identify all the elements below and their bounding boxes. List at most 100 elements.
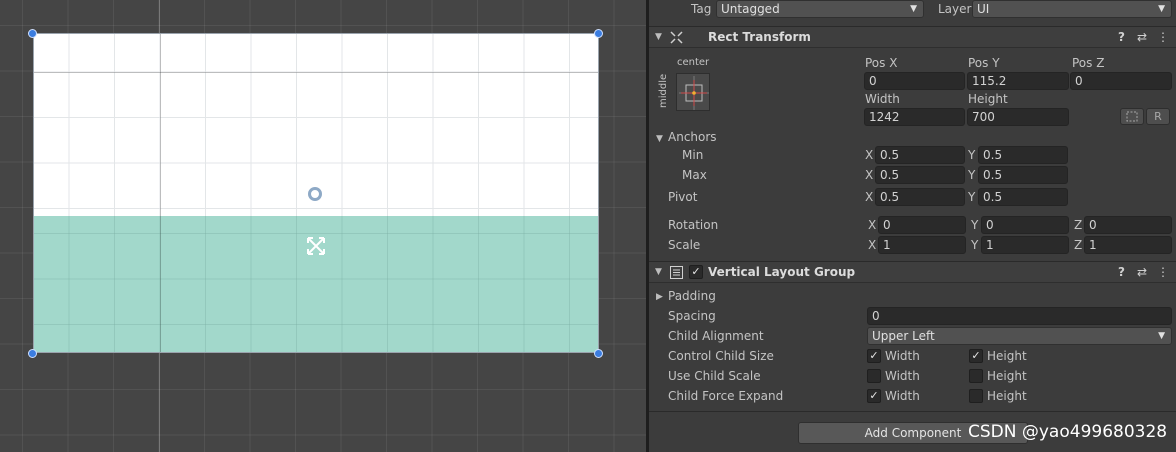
pos-x-field[interactable]: 0 — [864, 72, 965, 90]
pos-y-label: Pos Y — [968, 56, 1000, 70]
axis-z-label: Z — [1074, 238, 1083, 252]
rect-handle-top-left[interactable] — [28, 29, 37, 38]
anchor-preset-v-label: middle — [658, 73, 669, 108]
check-icon: ✓ — [971, 349, 981, 362]
child-alignment-value: Upper Left — [872, 329, 935, 343]
scale-label: Scale — [668, 238, 701, 252]
layer-dropdown[interactable]: UI ▼ — [972, 0, 1172, 18]
rect-transform-icon — [670, 31, 683, 44]
rotation-y-field[interactable]: 0 — [981, 216, 1069, 234]
control-width-checkbox[interactable]: ✓ — [867, 349, 881, 363]
pivot-y-field[interactable]: 0.5 — [978, 188, 1068, 206]
pivot-x-field[interactable]: 0.5 — [875, 188, 965, 206]
presets-icon[interactable]: ⇄ — [1137, 30, 1147, 44]
canvas-guide-vertical — [160, 34, 161, 352]
rect-handle-top-right[interactable] — [594, 29, 603, 38]
scale-x-field[interactable]: 1 — [878, 236, 966, 254]
width-field[interactable]: 1242 — [864, 108, 965, 126]
pos-x-label: Pos X — [865, 56, 898, 70]
child-alignment-dropdown[interactable]: Upper Left ▼ — [867, 327, 1172, 345]
anchor-preset-h-label: center — [677, 57, 710, 68]
axis-y-label: Y — [971, 238, 979, 252]
anchor-preset-button[interactable] — [676, 73, 710, 111]
watermark-text: CSDN @yao499680328 — [968, 422, 1168, 442]
axis-y-label: Y — [968, 148, 976, 162]
control-height-checkbox[interactable]: ✓ — [969, 349, 983, 363]
rect-transform-title: Rect Transform — [708, 30, 811, 44]
rect-handle-bottom-right[interactable] — [594, 349, 603, 358]
inspector-panel: Tag Untagged ▼ Layer UI ▼ ▼ Rect Transfo… — [649, 0, 1176, 452]
canvas-guide-horizontal — [34, 72, 598, 73]
axis-x-label: X — [865, 190, 874, 204]
scale-width-checkbox[interactable] — [867, 369, 881, 383]
tag-dropdown[interactable]: Untagged ▼ — [716, 0, 924, 18]
pos-z-field[interactable]: 0 — [1070, 72, 1172, 90]
kebab-menu-icon[interactable]: ⋮ — [1157, 265, 1169, 279]
use-child-scale-label: Use Child Scale — [668, 369, 761, 383]
anchor-min-y-field[interactable]: 0.5 — [978, 146, 1068, 164]
scale-z-field[interactable]: 1 — [1084, 236, 1172, 254]
chevron-down-icon: ▼ — [1158, 4, 1165, 14]
foldout-open-icon[interactable]: ▼ — [655, 267, 662, 277]
presets-icon[interactable]: ⇄ — [1137, 265, 1147, 279]
padding-foldout-icon[interactable]: ▶ — [656, 292, 663, 302]
anchor-max-label: Max — [682, 168, 707, 182]
anchor-max-x-field[interactable]: 0.5 — [875, 166, 965, 184]
layer-value: UI — [977, 2, 990, 16]
layer-label: Layer — [938, 2, 972, 16]
scale-width-label: Width — [885, 369, 920, 383]
scale-y-field[interactable]: 1 — [981, 236, 1069, 254]
check-icon: ✓ — [869, 349, 879, 362]
anchors-label: Anchors — [668, 130, 717, 144]
child-alignment-label: Child Alignment — [668, 329, 764, 343]
rect-handle-bottom-left[interactable] — [28, 349, 37, 358]
blueprint-mode-button[interactable] — [1120, 108, 1144, 125]
scale-height-checkbox[interactable] — [969, 369, 983, 383]
scale-height-label: Height — [987, 369, 1027, 383]
expand-width-label: Width — [885, 389, 920, 403]
raw-edit-button[interactable]: R — [1146, 108, 1170, 125]
tag-value: Untagged — [721, 2, 780, 16]
rotation-x-field[interactable]: 0 — [878, 216, 966, 234]
scene-view[interactable] — [0, 0, 646, 452]
axis-y-label: Y — [968, 190, 976, 204]
height-label: Height — [968, 92, 1008, 106]
anchor-max-y-field[interactable]: 0.5 — [978, 166, 1068, 184]
axis-x-label: X — [868, 238, 877, 252]
rotation-label: Rotation — [668, 218, 719, 232]
axis-y-label: Y — [968, 168, 976, 182]
vertical-layout-group-header[interactable]: ▼ ✓ Vertical Layout Group ? ⇄ ⋮ — [649, 261, 1176, 283]
control-height-label: Height — [987, 349, 1027, 363]
axis-z-label: Z — [1074, 218, 1083, 232]
axis-x-label: X — [865, 148, 874, 162]
axis-y-label: Y — [971, 218, 979, 232]
rect-transform-header[interactable]: ▼ Rect Transform ? ⇄ ⋮ — [649, 26, 1176, 48]
help-icon[interactable]: ? — [1118, 265, 1125, 279]
chevron-down-icon: ▼ — [910, 4, 917, 14]
control-width-label: Width — [885, 349, 920, 363]
spacing-field[interactable]: 0 — [867, 307, 1172, 325]
pivot-icon[interactable] — [308, 187, 322, 201]
child-force-expand-label: Child Force Expand — [668, 389, 784, 403]
pos-z-label: Pos Z — [1072, 56, 1105, 70]
vertical-layout-group-title: Vertical Layout Group — [708, 265, 856, 279]
axis-x-label: X — [868, 218, 877, 232]
kebab-menu-icon[interactable]: ⋮ — [1157, 30, 1169, 44]
anchor-min-label: Min — [682, 148, 704, 162]
pos-y-field[interactable]: 115.2 — [967, 72, 1069, 90]
expand-width-checkbox[interactable]: ✓ — [867, 389, 881, 403]
tag-label: Tag — [691, 2, 712, 16]
chevron-down-icon: ▼ — [1158, 331, 1165, 341]
height-field[interactable]: 700 — [967, 108, 1069, 126]
anchor-icon[interactable] — [303, 233, 329, 259]
section-divider — [649, 411, 1176, 412]
width-label: Width — [865, 92, 900, 106]
foldout-open-icon[interactable]: ▼ — [655, 32, 662, 42]
spacing-label: Spacing — [668, 309, 716, 323]
expand-height-checkbox[interactable] — [969, 389, 983, 403]
anchors-foldout-icon[interactable]: ▼ — [656, 134, 663, 144]
anchor-min-x-field[interactable]: 0.5 — [875, 146, 965, 164]
component-enabled-checkbox[interactable]: ✓ — [689, 265, 703, 279]
help-icon[interactable]: ? — [1118, 30, 1125, 44]
rotation-z-field[interactable]: 0 — [1084, 216, 1172, 234]
